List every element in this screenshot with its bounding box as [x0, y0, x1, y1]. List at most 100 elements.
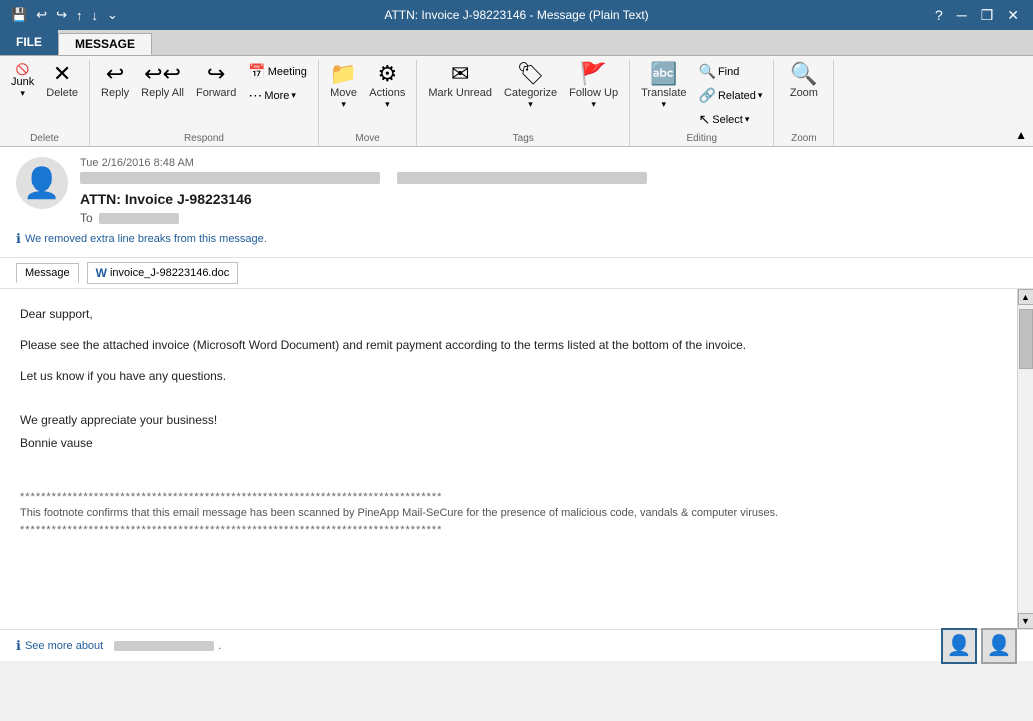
email-subject: ATTN: Invoice J-98223146 — [80, 191, 1017, 207]
to-label: To — [80, 211, 93, 225]
down-button[interactable]: ↓ — [89, 6, 102, 25]
mark-unread-label: Mark Unread — [428, 87, 492, 99]
body-greeting: Dear support, — [20, 305, 997, 324]
follow-up-dropdown-arrow: ▾ — [591, 99, 596, 110]
translate-label: Translate — [641, 87, 686, 99]
meeting-button[interactable]: 📅 Meeting — [243, 60, 312, 83]
reply-all-icon: ↩↩ — [144, 63, 181, 85]
select-button[interactable]: ↖ Select ▾ — [694, 108, 768, 131]
forward-button[interactable]: ↪ Forward — [191, 60, 241, 102]
sender-avatar: 👤 — [16, 157, 68, 209]
footer-avatar-secondary-icon: 👤 — [987, 633, 1012, 658]
forward-icon: ↪ — [207, 63, 225, 85]
up-button[interactable]: ↑ — [73, 6, 86, 25]
footer-avatar-secondary[interactable]: 👤 — [981, 628, 1017, 664]
scroll-track[interactable] — [1018, 305, 1033, 613]
select-icon: ↖ — [699, 111, 711, 128]
respond-group-content: ↩ Reply ↩↩ Reply All ↪ Forward 📅 Meeting… — [96, 60, 312, 131]
reply-all-button[interactable]: ↩↩ Reply All — [136, 60, 189, 102]
move-group-content: 📁 Move ▾ ⚙ Actions ▾ — [325, 60, 410, 131]
editing-group-label: Editing — [636, 133, 767, 146]
email-date: Tue 2/16/2016 8:48 AM — [80, 157, 1017, 169]
move-button[interactable]: 📁 Move ▾ — [325, 60, 362, 113]
ribbon-group-delete: 🚫 Junk ▾ ✕ Delete Delete — [0, 60, 90, 146]
actions-button[interactable]: ⚙ Actions ▾ — [364, 60, 410, 113]
email-to: To — [80, 211, 1017, 225]
move-label: Move — [330, 87, 357, 99]
ribbon-group-editing: 🔤 Translate ▾ 🔍 Find 🔗 Related ▾ ↖ Selec… — [630, 60, 774, 146]
tab-message[interactable]: MESSAGE — [58, 33, 152, 55]
save-button[interactable]: 💾 — [8, 5, 30, 25]
find-button[interactable]: 🔍 Find — [694, 60, 768, 83]
scroll-up-button[interactable]: ▲ — [1018, 289, 1033, 305]
reply-icon: ↩ — [106, 63, 124, 85]
info-icon: ℹ — [16, 231, 21, 247]
delete-group-label: Delete — [6, 133, 83, 146]
respond-col: 📅 Meeting ⋯ More ▾ — [243, 60, 312, 107]
junk-button[interactable]: 🚫 Junk ▾ — [6, 60, 39, 102]
ribbon: 🚫 Junk ▾ ✕ Delete Delete ↩ Reply ↩↩ Repl… — [0, 56, 1033, 147]
follow-up-button[interactable]: 🚩 Follow Up ▾ — [564, 60, 623, 113]
ribbon-collapse-button[interactable]: ▲ — [1009, 126, 1033, 144]
email-from — [80, 172, 1017, 187]
translate-button[interactable]: 🔤 Translate ▾ — [636, 60, 691, 113]
word-icon: W — [96, 266, 107, 280]
tab-file[interactable]: FILE — [0, 29, 58, 55]
email-footer: ℹ See more about . 👤 👤 — [0, 629, 1033, 661]
ribbon-group-respond: ↩ Reply ↩↩ Reply All ↪ Forward 📅 Meeting… — [90, 60, 319, 146]
categorize-button[interactable]: 🏷 Categorize ▾ — [499, 60, 562, 113]
move-icon: 📁 — [330, 63, 357, 85]
redo-button[interactable]: ↪ — [53, 5, 70, 25]
zoom-icon: 🔍 — [790, 63, 817, 85]
junk-label: Junk — [11, 76, 34, 88]
scroll-thumb[interactable] — [1019, 309, 1033, 369]
related-dropdown-arrow: ▾ — [758, 90, 763, 101]
delete-label: Delete — [46, 87, 78, 99]
delete-button[interactable]: ✕ Delete — [41, 60, 83, 102]
forward-label: Forward — [196, 87, 236, 99]
info-message: We removed extra line breaks from this m… — [25, 233, 267, 245]
body-main: Please see the attached invoice (Microso… — [20, 336, 997, 355]
help-button[interactable]: ? — [929, 5, 949, 26]
related-label: Related — [718, 90, 756, 102]
footer-period: . — [218, 640, 221, 652]
attachment-file[interactable]: W invoice_J-98223146.doc — [87, 262, 239, 284]
attachment-name: invoice_J-98223146.doc — [110, 267, 229, 279]
message-tab-label: Message — [25, 267, 70, 279]
zoom-group-label: Zoom — [780, 133, 827, 146]
more-respond-button[interactable]: ⋯ More ▾ — [243, 84, 312, 107]
email-body-wrapper: Dear support, Please see the attached in… — [0, 289, 1033, 629]
delete-group-content: 🚫 Junk ▾ ✕ Delete — [6, 60, 83, 131]
email-footnote: ****************************************… — [20, 489, 997, 539]
zoom-button[interactable]: 🔍 Zoom — [785, 60, 823, 102]
avatar-person-icon: 👤 — [23, 166, 60, 201]
mark-unread-button[interactable]: ✉ Mark Unread — [423, 60, 497, 102]
undo-button[interactable]: ↩ — [33, 5, 50, 25]
more-options-button[interactable]: ⌄ — [104, 5, 121, 25]
zoom-group-content: 🔍 Zoom — [785, 60, 823, 131]
junk-icon: 🚫 — [16, 63, 30, 76]
footer-see-more-label: See more about — [25, 640, 103, 652]
close-button[interactable]: ✕ — [1001, 5, 1025, 26]
move-group-label: Move — [325, 133, 410, 146]
title-bar: 💾 ↩ ↪ ↑ ↓ ⌄ ATTN: Invoice J-98223146 - M… — [0, 0, 1033, 30]
minimize-button[interactable]: ─ — [951, 5, 973, 26]
ribbon-group-tags: ✉ Mark Unread 🏷 Categorize ▾ 🚩 Follow Up… — [417, 60, 630, 146]
message-tab[interactable]: Message — [16, 263, 79, 283]
footnote-stars-top: ****************************************… — [20, 489, 997, 506]
related-button[interactable]: 🔗 Related ▾ — [694, 84, 768, 107]
reply-label: Reply — [101, 87, 129, 99]
select-label: Select — [712, 114, 743, 126]
restore-button[interactable]: ❒ — [975, 5, 1000, 26]
more-dropdown-arrow: ▾ — [291, 90, 296, 101]
footer-avatar-primary[interactable]: 👤 — [941, 628, 977, 664]
categorize-icon: 🏷 — [517, 63, 545, 85]
footer-info: ℹ See more about . — [16, 638, 221, 654]
translate-dropdown-arrow: ▾ — [662, 99, 667, 110]
meeting-icon: 📅 — [248, 63, 265, 80]
reply-button[interactable]: ↩ Reply — [96, 60, 134, 102]
ribbon-group-move: 📁 Move ▾ ⚙ Actions ▾ Move — [319, 60, 417, 146]
categorize-label: Categorize — [504, 87, 557, 99]
email-header: 👤 Tue 2/16/2016 8:48 AM ATTN: Invoice J-… — [0, 147, 1033, 258]
scroll-down-button[interactable]: ▼ — [1018, 613, 1033, 629]
